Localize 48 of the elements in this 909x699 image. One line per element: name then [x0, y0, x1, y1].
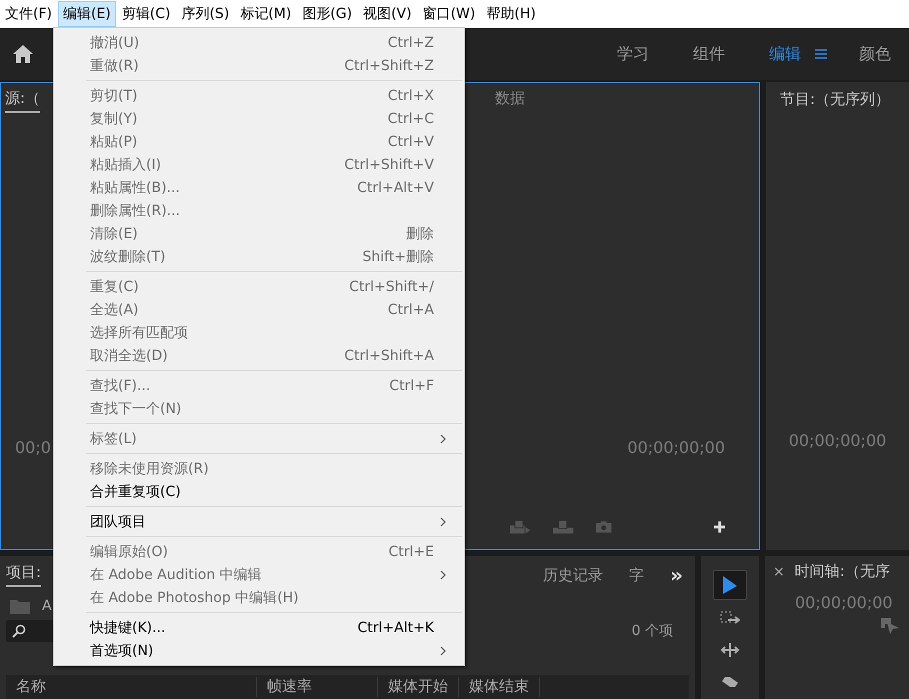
- menu-bar-item[interactable]: 剪辑(C): [116, 1, 176, 27]
- workspace-tab[interactable]: 颜色: [859, 44, 891, 64]
- pointer-icon: [721, 575, 739, 595]
- ripple-edit-icon: [720, 643, 740, 657]
- menu-bar-item[interactable]: 视图(V): [358, 1, 417, 27]
- column-header[interactable]: 媒体开始: [378, 677, 459, 697]
- close-button[interactable]: ×: [773, 564, 785, 580]
- search-icon: [12, 624, 26, 638]
- menu-bar-item[interactable]: 文件(F): [0, 1, 57, 27]
- menu-bar-item[interactable]: 序列(S): [176, 1, 234, 27]
- item-count: 0 个项: [632, 622, 673, 640]
- column-header[interactable]: 帧速率: [257, 677, 378, 697]
- snap-icon[interactable]: [881, 618, 899, 634]
- workspace-tab[interactable]: 学习: [617, 44, 649, 64]
- workspace-tab[interactable]: 组件: [693, 44, 725, 64]
- panel-tab[interactable]: 时间轴:（无序: [794, 562, 890, 581]
- timecode: 00;00;00;00: [788, 431, 888, 450]
- column-header[interactable]: 名称: [6, 677, 257, 697]
- menu-item[interactable]: 合并重复项(C): [56, 480, 462, 503]
- track-select-icon: [720, 611, 740, 625]
- menu-bar-item[interactable]: 帮助(H): [481, 1, 541, 27]
- timecode: 00;0: [15, 438, 51, 457]
- menu-item[interactable]: 快捷键(K)... Ctrl+Alt+K: [56, 616, 462, 639]
- menu-bar-item[interactable]: 编辑(E): [58, 1, 116, 27]
- workspace-tab[interactable]: 编辑: [769, 44, 801, 64]
- menu-bar-item[interactable]: 窗口(W): [418, 1, 480, 27]
- panel-tab[interactable]: 数据: [495, 89, 525, 113]
- menu-item[interactable]: 首选项(N): [56, 639, 462, 662]
- panel-tab[interactable]: 字: [629, 566, 644, 584]
- chevron-icon: [440, 516, 446, 526]
- menu-bar-item[interactable]: 标记(M): [235, 1, 296, 27]
- timecode: 00;00;00;00: [627, 438, 725, 457]
- overflow-button[interactable]: »: [670, 563, 683, 587]
- panel-title[interactable]: 节目:（无序列）: [780, 90, 895, 109]
- chevron-icon: [440, 646, 446, 656]
- menu-bar-item[interactable]: 图形(G): [297, 1, 358, 27]
- chevron-icon: [440, 570, 446, 580]
- menu-item[interactable]: 团队项目: [56, 510, 462, 533]
- home-icon[interactable]: [12, 44, 34, 64]
- menu-icon[interactable]: [815, 49, 827, 59]
- column-header[interactable]: 媒体结束: [459, 677, 540, 697]
- panel-tab[interactable]: 源:（: [5, 89, 40, 113]
- timecode: 00;00;00;00: [795, 593, 894, 612]
- panel-tab[interactable]: 历史记录: [543, 566, 604, 584]
- chevron-icon: [440, 434, 446, 444]
- tool-button[interactable]: [713, 570, 747, 600]
- project-name: A: [42, 598, 52, 614]
- add-icon[interactable]: [714, 520, 725, 534]
